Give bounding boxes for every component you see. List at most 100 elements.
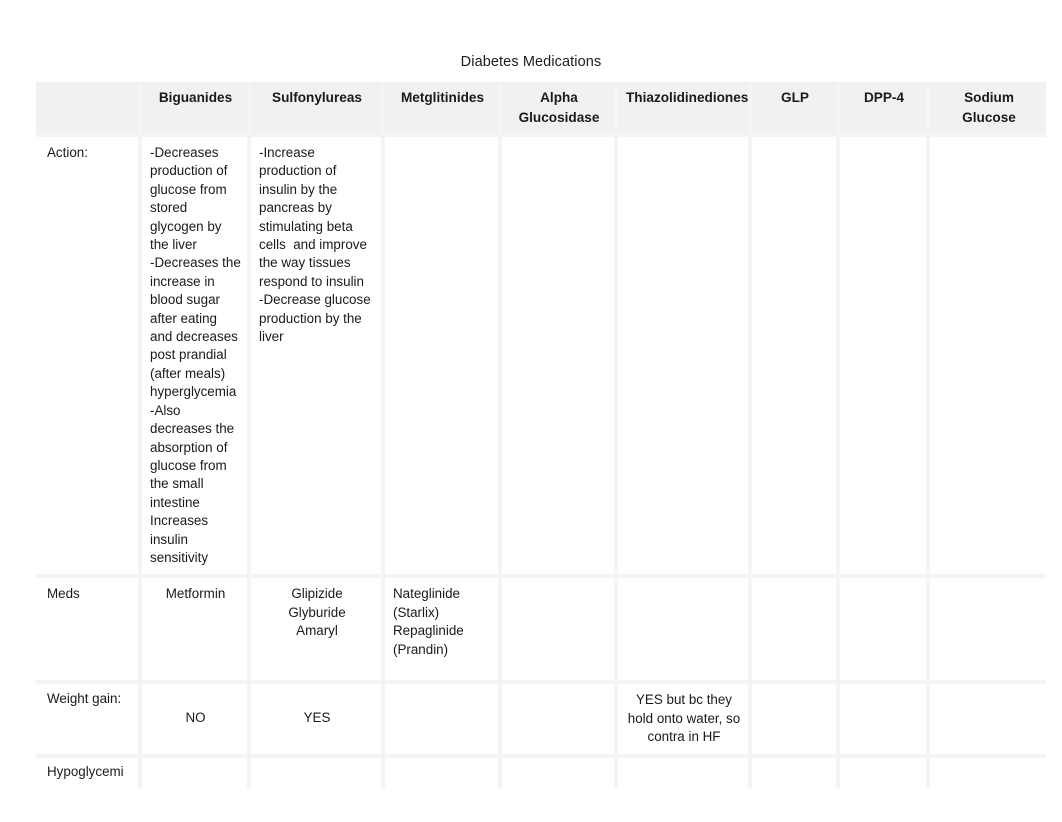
cell-action-glp <box>752 137 840 579</box>
column-header-dpp4: DPP-4 <box>840 82 930 137</box>
cell-action-metglitinides-text <box>385 137 498 151</box>
cell-meds-sodium-glucose <box>930 578 1046 685</box>
cell-weight-gain-biguanides-text: NO <box>185 710 206 726</box>
cell-weight-gain-sodium-glucose-text <box>930 684 1046 698</box>
diabetes-medications-table-wrapper: Biguanides Sulfonylureas Metglitinides A… <box>36 82 1046 788</box>
cell-action-biguanides: -Decreases production of glucose from st… <box>142 137 251 579</box>
column-header-metglitinides-text: Metglitinides <box>400 90 485 105</box>
cell-action-thiazolidinediones-text <box>618 137 748 151</box>
cell-weight-gain-sulfonylureas-text: YES <box>303 710 331 726</box>
cell-action-dpp4 <box>840 137 930 579</box>
cell-hypoglycemia-alpha-glucosidase-text <box>502 758 614 770</box>
row-label-action-text: Action: <box>47 145 88 160</box>
cell-meds-dpp4-text <box>840 578 926 592</box>
cell-action-sulfonylureas-text: -Increase production of insulin by the p… <box>259 145 371 345</box>
diabetes-medications-table: Biguanides Sulfonylureas Metglitinides A… <box>36 82 1046 788</box>
row-label-weight-gain-text: Weight gain: <box>47 691 122 707</box>
table-header: Biguanides Sulfonylureas Metglitinides A… <box>36 82 1046 137</box>
column-header-sodium-glucose: Sodium Glucose <box>930 82 1046 137</box>
column-header-glp-text: GLP <box>781 90 809 105</box>
cell-hypoglycemia-glp <box>752 757 840 788</box>
cell-hypoglycemia-metglitinides <box>385 757 502 788</box>
cell-weight-gain-glp <box>752 684 840 758</box>
cell-action-alpha-glucosidase-text <box>502 137 614 151</box>
cell-meds-glp <box>752 578 840 685</box>
cell-meds-biguanides: Metformin <box>142 578 251 685</box>
cell-weight-gain-glp-text <box>752 684 836 698</box>
cell-weight-gain-dpp4-text <box>840 684 926 698</box>
page-title: Diabetes Medications <box>460 54 602 70</box>
cell-meds-glp-text <box>752 578 836 592</box>
column-header-alpha-glucosidase-text: Alpha Glucosidase <box>518 90 600 125</box>
cell-hypoglycemia-sulfonylureas <box>251 757 385 788</box>
cell-weight-gain-sulfonylureas: YES <box>251 684 385 758</box>
column-header-thiazolidinediones: Thiazolidinediones <box>618 82 752 137</box>
cell-meds-sulfonylureas-text: Glipizide Glyburide Amaryl <box>288 586 346 639</box>
column-header-dpp4-text: DPP-4 <box>863 90 905 105</box>
cell-action-dpp4-text <box>840 137 926 151</box>
cell-hypoglycemia-sodium-glucose-text <box>930 758 1046 770</box>
cell-meds-dpp4 <box>840 578 930 685</box>
cell-hypoglycemia-alpha-glucosidase <box>502 757 618 788</box>
cell-meds-metglitinides: Nateglinide (Starlix) Repaglinide (Prand… <box>385 578 502 685</box>
column-header-metglitinides: Metglitinides <box>385 82 502 137</box>
column-header-rowlabel-text <box>36 82 138 93</box>
cell-action-thiazolidinediones <box>618 137 752 579</box>
cell-action-glp-text <box>752 137 836 151</box>
cell-meds-sodium-glucose-text <box>930 578 1046 592</box>
row-label-meds-text: Meds <box>47 586 80 602</box>
row-label-action: Action: <box>36 137 142 579</box>
cell-hypoglycemia-sodium-glucose <box>930 757 1046 788</box>
cell-hypoglycemia-biguanides <box>142 757 251 788</box>
column-header-biguanides-text: Biguanides <box>158 90 233 105</box>
cell-weight-gain-sodium-glucose <box>930 684 1046 758</box>
column-header-rowlabel <box>36 82 142 137</box>
cell-meds-biguanides-text: Metformin <box>165 586 226 602</box>
row-label-weight-gain: Weight gain: <box>36 684 142 758</box>
cell-meds-metglitinides-text: Nateglinide (Starlix) Repaglinide (Prand… <box>393 586 468 657</box>
cell-meds-sulfonylureas: Glipizide Glyburide Amaryl <box>251 578 385 685</box>
cell-weight-gain-metglitinides-text <box>385 684 498 698</box>
row-label-hypoglycemia: Hypoglycemi <box>36 757 142 788</box>
cell-weight-gain-metglitinides <box>385 684 502 758</box>
column-header-alpha-glucosidase: Alpha Glucosidase <box>502 82 618 137</box>
cell-hypoglycemia-glp-text <box>752 758 836 770</box>
cell-action-alpha-glucosidase <box>502 137 618 579</box>
column-header-thiazolidinediones-text: Thiazolidinediones <box>626 90 749 105</box>
cell-hypoglycemia-dpp4-text <box>840 758 926 770</box>
cell-hypoglycemia-thiazolidinediones <box>618 757 752 788</box>
cell-action-sodium-glucose <box>930 137 1046 579</box>
row-label-hypoglycemia-text: Hypoglycemi <box>47 763 124 779</box>
cell-meds-alpha-glucosidase <box>502 578 618 685</box>
table-row-hypoglycemia: Hypoglycemi <box>36 757 1046 788</box>
cell-meds-alpha-glucosidase-text <box>502 578 614 592</box>
cell-action-sodium-glucose-text <box>930 137 1046 151</box>
cell-weight-gain-thiazolidinediones-text: YES but bc they hold onto water, so cont… <box>627 692 744 745</box>
cell-hypoglycemia-sulfonylureas-text <box>251 758 381 770</box>
table-header-row: Biguanides Sulfonylureas Metglitinides A… <box>36 82 1046 137</box>
column-header-sodium-glucose-text: Sodium Glucose <box>962 90 1018 125</box>
cell-action-metglitinides <box>385 137 502 579</box>
cell-weight-gain-biguanides: NO <box>142 684 251 758</box>
cell-hypoglycemia-biguanides-text <box>142 758 247 770</box>
table-row-weight-gain: Weight gain: NO YES YES but bc they hold… <box>36 684 1046 758</box>
cell-weight-gain-dpp4 <box>840 684 930 758</box>
row-label-meds: Meds <box>36 578 142 685</box>
column-header-sulfonylureas-text: Sulfonylureas <box>272 90 362 105</box>
table-row-meds: Meds Metformin Glipizide Glyburide Amary… <box>36 578 1046 685</box>
cell-hypoglycemia-thiazolidinediones-text <box>618 758 748 770</box>
cell-action-biguanides-text: -Decreases production of glucose from st… <box>150 145 241 565</box>
cell-weight-gain-thiazolidinediones: YES but bc they hold onto water, so cont… <box>618 684 752 758</box>
column-header-glp: GLP <box>752 82 840 137</box>
cell-action-sulfonylureas: -Increase production of insulin by the p… <box>251 137 385 579</box>
cell-weight-gain-alpha-glucosidase-text <box>502 684 614 698</box>
cell-weight-gain-alpha-glucosidase <box>502 684 618 758</box>
table-body: Action: -Decreases production of glucose… <box>36 137 1046 788</box>
cell-meds-thiazolidinediones-text <box>618 578 748 592</box>
cell-meds-thiazolidinediones <box>618 578 752 685</box>
document-page: Diabetes Medications Biguanides Sulfonyl… <box>0 0 1062 822</box>
cell-hypoglycemia-metglitinides-text <box>385 758 498 770</box>
table-row-action: Action: -Decreases production of glucose… <box>36 137 1046 579</box>
column-header-biguanides: Biguanides <box>142 82 251 137</box>
cell-hypoglycemia-dpp4 <box>840 757 930 788</box>
